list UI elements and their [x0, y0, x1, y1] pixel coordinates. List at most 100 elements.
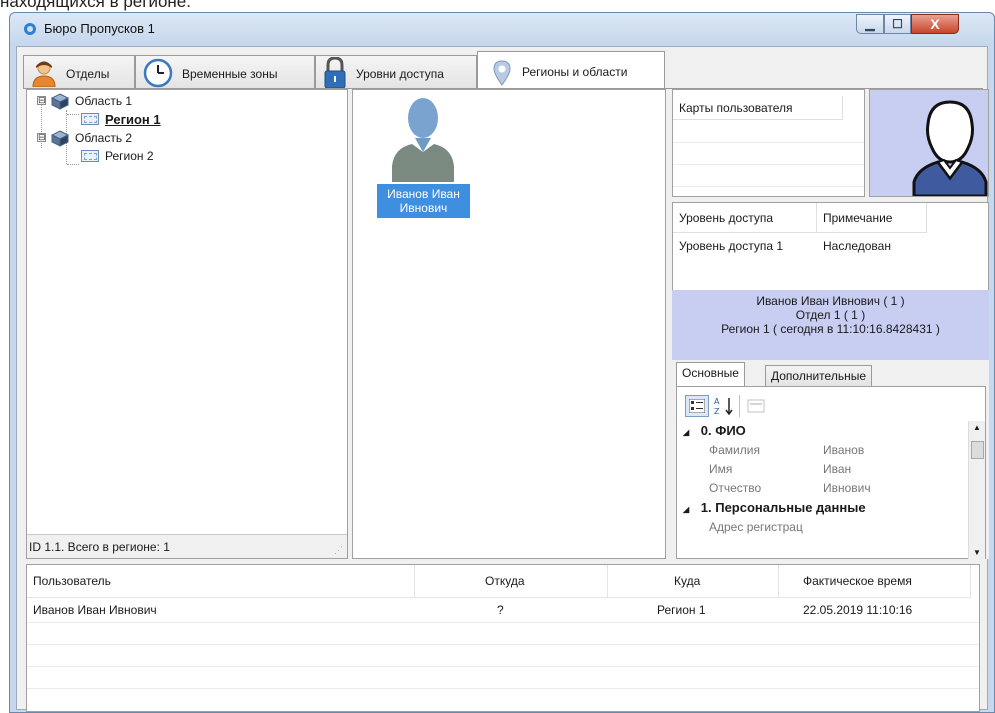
property-name: Фамилия	[709, 443, 760, 457]
log-header-from[interactable]: Откуда	[415, 565, 608, 598]
person-silhouette-icon	[912, 100, 988, 196]
access-levels-table[interactable]: Уровень доступа Примечание Уровень досту…	[672, 202, 989, 290]
log-header-to[interactable]: Куда	[608, 565, 779, 598]
log-cell-time[interactable]: 22.05.2019 11:10:16	[803, 598, 912, 622]
scroll-thumb[interactable]	[971, 441, 984, 459]
tab-regions[interactable]: Регионы и области	[477, 51, 665, 90]
collapse-arrow-icon[interactable]: ◢	[683, 428, 689, 437]
property-pages-icon	[747, 399, 765, 413]
tree-item-label: Область 2	[75, 131, 133, 145]
cube-icon	[51, 130, 69, 147]
app-logo-icon	[24, 23, 36, 35]
access-cell-level[interactable]: Уровень доступа 1	[673, 235, 817, 257]
map-pin-icon	[493, 60, 511, 86]
user-icon	[32, 61, 56, 87]
tree-item-area-1[interactable]: ⊟ Область 1	[37, 93, 237, 110]
log-cell-from[interactable]: ?	[497, 598, 504, 622]
property-value: Иван	[823, 462, 852, 476]
tab-extra-properties[interactable]: Дополнительные	[765, 365, 872, 387]
property-row[interactable]: Отчество Ивнович	[709, 481, 949, 498]
property-name: Отчество	[709, 481, 762, 495]
page-caption: находящихся в регионе.	[0, 0, 191, 11]
property-row[interactable]: Фамилия Иванов	[709, 443, 949, 460]
tree-item-region-1[interactable]: Регион 1	[37, 111, 237, 127]
property-row[interactable]: Имя Иван	[709, 462, 949, 479]
users-panel[interactable]: Иванов Иван Ивнович	[352, 89, 666, 559]
property-list: ◢ 0. ФИО Фамилия Иванов Имя Иван Отчеств…	[677, 421, 967, 560]
tab-access-levels[interactable]: Уровни доступа	[315, 55, 477, 89]
log-header-time[interactable]: Фактическое время	[779, 565, 971, 598]
close-button[interactable]: X	[911, 14, 959, 34]
user-cards-table[interactable]: Карты пользователя	[672, 89, 865, 197]
user-card[interactable]: Иванов Иван Ивнович	[377, 94, 470, 226]
category-label: 1. Персональные данные	[700, 500, 866, 515]
access-header-note[interactable]: Примечание	[817, 203, 927, 233]
property-scrollbar[interactable]: ▲ ▼	[968, 421, 985, 559]
alphabetical-sort-button[interactable]: A Z	[713, 395, 735, 417]
collapse-icon[interactable]: ⊟	[37, 96, 46, 105]
row-divider	[673, 186, 864, 187]
svg-text:Z: Z	[714, 407, 720, 416]
property-name: Адрес регистрац	[709, 520, 803, 534]
access-header-level[interactable]: Уровень доступа	[673, 203, 817, 233]
row-divider	[673, 142, 864, 143]
user-card-name: Иванов Иван Ивнович	[377, 184, 470, 218]
minimize-icon: ▁	[865, 17, 875, 31]
row-divider	[673, 164, 864, 165]
property-pages-button[interactable]	[745, 395, 767, 417]
person-avatar-icon	[392, 98, 454, 182]
log-cell-to[interactable]: Регион 1	[657, 598, 706, 622]
client-area: Отделы Временные зоны Уровни доступа Рег…	[16, 46, 989, 712]
toolbar-separator	[739, 395, 740, 417]
sort-az-icon: A Z	[714, 397, 733, 416]
property-category-fio[interactable]: ◢ 0. ФИО	[683, 423, 746, 440]
collapse-icon[interactable]: ⊟	[37, 133, 46, 142]
tree-status-bar: ID 1.1. Всего в регионе: 1 ⋰	[27, 534, 347, 558]
maximize-button[interactable]: ☐	[884, 14, 911, 34]
log-cell-user[interactable]: Иванов Иван Ивнович	[33, 598, 157, 622]
tab-main-properties[interactable]: Основные	[676, 362, 745, 387]
tree-item-region-2[interactable]: Регион 2	[37, 148, 237, 164]
property-row[interactable]: Адрес регистрац	[709, 520, 949, 537]
resize-grip-icon[interactable]: ⋰	[334, 545, 343, 556]
row-divider	[27, 666, 979, 667]
property-name: Имя	[709, 462, 733, 476]
svg-text:A: A	[714, 397, 720, 406]
categorized-view-button[interactable]	[685, 395, 709, 417]
property-category-personal[interactable]: ◢ 1. Персональные данные	[683, 500, 866, 517]
tab-time-zones[interactable]: Временные зоны	[135, 55, 315, 89]
minimize-button[interactable]: ▁	[856, 14, 884, 34]
tree-item-area-2[interactable]: ⊟ Область 2	[37, 130, 237, 147]
tree-item-label: Регион 1	[105, 112, 161, 127]
region-tree-panel[interactable]: ⊟ Область 1 Регион 1 ⊟ Область 2 Регион …	[26, 89, 348, 559]
tree-status-text: ID 1.1. Всего в регионе: 1	[29, 540, 170, 554]
scroll-down-icon[interactable]: ▼	[973, 548, 981, 557]
region-icon	[81, 150, 99, 162]
scroll-up-icon[interactable]: ▲	[973, 423, 981, 432]
tab-label-time-zones: Временные зоны	[182, 67, 278, 81]
region-icon	[81, 113, 99, 125]
properties-area: Основные Дополнительные A Z ◢ 0. ФИО Фам…	[672, 360, 989, 559]
property-grid: A Z ◢ 0. ФИО Фамилия Иванов Имя Иван Отч…	[676, 386, 986, 559]
collapse-arrow-icon[interactable]: ◢	[683, 505, 689, 514]
tree-line	[67, 164, 79, 165]
user-info-region: Регион 1 ( сегодня в 11:10:16.8428431 )	[721, 322, 940, 336]
log-header-user[interactable]: Пользователь	[27, 565, 415, 598]
access-cell-note[interactable]: Наследован	[817, 235, 927, 257]
close-icon: X	[930, 16, 940, 32]
tree-item-label: Регион 2	[105, 149, 154, 163]
passage-log-table[interactable]: Пользователь Откуда Куда Фактическое вре…	[26, 564, 980, 712]
categorized-icon	[689, 399, 705, 413]
tab-label-departments: Отделы	[66, 67, 110, 81]
clock-icon	[143, 58, 173, 88]
tree-item-label: Область 1	[75, 94, 133, 108]
tab-label-regions: Регионы и области	[522, 65, 628, 79]
row-divider	[27, 644, 979, 645]
tab-label-access-levels: Уровни доступа	[356, 67, 444, 81]
property-value: Ивнович	[823, 481, 871, 495]
user-info-banner: Иванов Иван Ивнович ( 1 ) Отдел 1 ( 1 ) …	[672, 290, 989, 360]
cards-table-header[interactable]: Карты пользователя	[673, 96, 843, 120]
tab-departments[interactable]: Отделы	[23, 55, 135, 89]
padlock-icon	[324, 57, 346, 89]
title-bar[interactable]: Бюро Пропусков 1 ▁ ☐ X	[10, 13, 994, 45]
